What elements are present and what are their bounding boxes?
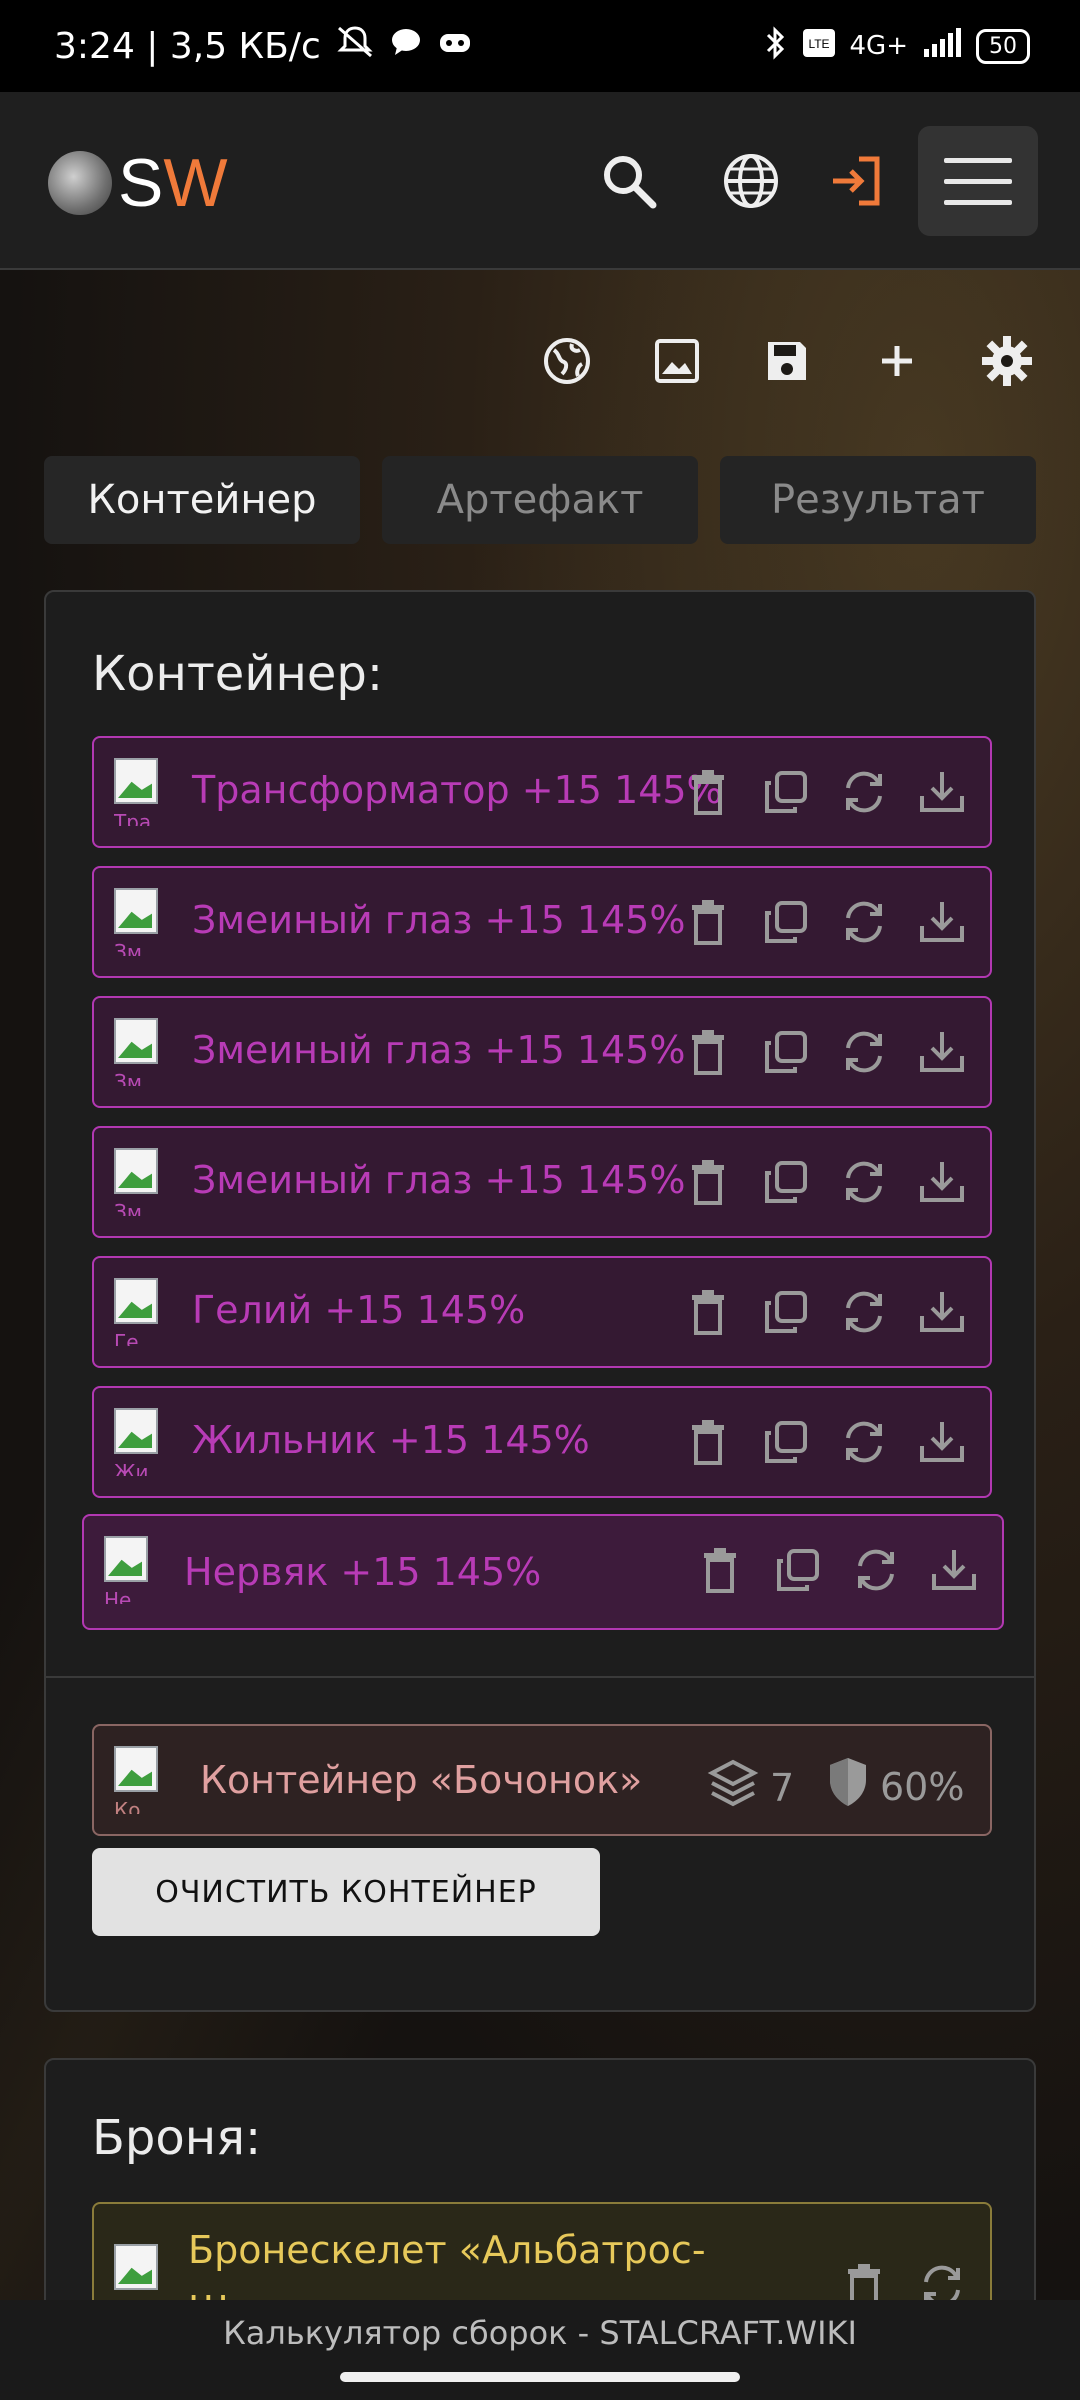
bluetooth-icon [762,25,788,68]
delete-icon[interactable] [694,1544,746,1596]
builder-toolbar [536,330,1038,392]
artifact-name: Трансформатор +15 145% [192,768,723,812]
copy-icon[interactable] [760,1416,812,1468]
search-icon[interactable] [594,146,664,216]
site-logo[interactable]: S W [48,144,228,222]
hamburger-menu-button[interactable] [918,126,1038,236]
download-icon[interactable] [916,896,968,948]
status-bar: 3:24 | 3,5 КБ/с LTE 4G+ 50 [0,0,1080,92]
download-icon[interactable] [916,1286,968,1338]
container-panel: Контейнер: Тра Трансформатор +15 145% Зм… [44,590,1036,2012]
artifact-item[interactable]: Жи Жильник +15 145% [92,1386,992,1498]
layers-icon [706,1756,760,1819]
delete-icon[interactable] [682,1416,734,1468]
artifact-name: Нервяк +15 145% [184,1550,542,1594]
replace-icon[interactable] [838,1416,890,1468]
delete-icon[interactable] [682,896,734,948]
delete-icon[interactable] [682,1286,734,1338]
builder-tabs: Контейнер Артефакт Результат [44,456,1036,544]
container-item[interactable]: Ко Контейнер «Бочонок» 7 60% [92,1724,992,1836]
download-icon[interactable] [928,1544,980,1596]
artifact-image: Не [104,1536,154,1604]
artifact-item[interactable]: Зм Змеиный глаз +15 145% [92,866,992,978]
artifact-item[interactable]: Тра Трансформатор +15 145% [92,736,992,848]
logo-letter-w: W [163,145,228,221]
clear-container-button[interactable]: ОЧИСТИТЬ КОНТЕЙНЕР [92,1848,600,1936]
logo-emblem-icon [48,151,112,215]
artifact-item-selected[interactable]: Не Нервяк +15 145% [82,1514,1004,1630]
image-icon[interactable] [646,330,708,392]
artifact-item[interactable]: Зм Змеиный глаз +15 145% [92,996,992,1108]
download-icon[interactable] [916,1156,968,1208]
download-icon[interactable] [916,1416,968,1468]
plus-icon[interactable] [866,330,928,392]
copy-icon[interactable] [760,1286,812,1338]
armor-panel-title: Броня: [92,2110,262,2166]
status-time: 3:24 | 3,5 КБ/с [54,25,321,67]
artifact-name: Гелий +15 145% [192,1288,526,1332]
globe-share-icon[interactable] [536,330,598,392]
save-icon[interactable] [756,330,818,392]
artifact-item[interactable]: Ге Гелий +15 145% [92,1256,992,1368]
replace-icon[interactable] [850,1544,902,1596]
replace-icon[interactable] [838,766,890,818]
page-title-footer: Калькулятор сборок - STALCRAFT.WIKI [223,2314,857,2352]
copy-icon[interactable] [760,1026,812,1078]
replace-icon[interactable] [838,896,890,948]
battery-indicator: 50 [976,28,1030,64]
delete-icon[interactable] [682,1156,734,1208]
container-panel-title: Контейнер: [92,646,384,702]
copy-icon[interactable] [760,766,812,818]
panel-divider [46,1676,1034,1678]
container-protection: 60% [826,1756,964,1817]
copy-icon[interactable] [760,1156,812,1208]
tab-container[interactable]: Контейнер [44,456,360,544]
armor-name: Бронескелет «Альбатрос- [188,2228,706,2272]
download-icon[interactable] [916,766,968,818]
artifact-image: Жи [114,1408,164,1476]
delete-icon[interactable] [682,1026,734,1078]
copy-icon[interactable] [760,896,812,948]
site-header: S W [0,92,1080,270]
replace-icon[interactable] [838,1026,890,1078]
container-slots: 7 [706,1756,794,1819]
chat-icon [389,25,423,68]
artifact-name: Змеиный глаз +15 145% [192,1028,686,1072]
artifact-image: Зм [114,1018,164,1086]
volte-icon: LTE [802,28,836,65]
artifact-image: Зм [114,1148,164,1216]
language-globe-icon[interactable] [716,146,786,216]
browser-footer: Калькулятор сборок - STALCRAFT.WIKI [0,2300,1080,2400]
gear-icon[interactable] [976,330,1038,392]
artifact-name: Змеиный глаз +15 145% [192,898,686,942]
artifact-name: Змеиный глаз +15 145% [192,1158,686,1202]
delete-icon[interactable] [682,766,734,818]
copy-icon[interactable] [772,1544,824,1596]
signal-icon [922,27,962,66]
artifact-image: Ге [114,1278,164,1346]
slots-count: 7 [770,1765,795,1810]
home-indicator[interactable] [340,2372,740,2382]
tab-artifact[interactable]: Артефакт [382,456,698,544]
logo-letter-s: S [118,145,164,221]
artifact-name: Жильник +15 145% [192,1418,590,1462]
svg-text:LTE: LTE [808,37,829,51]
download-icon[interactable] [916,1026,968,1078]
replace-icon[interactable] [838,1156,890,1208]
login-icon[interactable] [822,146,892,216]
artifact-image: Тра [114,758,164,826]
protection-value: 60% [880,1764,965,1809]
gamepad-icon [437,26,473,67]
tab-result[interactable]: Результат [720,456,1036,544]
container-image: Ко [114,1746,164,1814]
replace-icon[interactable] [838,1286,890,1338]
artifact-image: Зм [114,888,164,956]
mute-icon [335,24,375,69]
container-name: Контейнер «Бочонок» [200,1758,643,1802]
artifact-item[interactable]: Зм Змеиный глаз +15 145% [92,1126,992,1238]
network-type: 4G+ [849,31,908,61]
shield-icon [826,1756,870,1817]
